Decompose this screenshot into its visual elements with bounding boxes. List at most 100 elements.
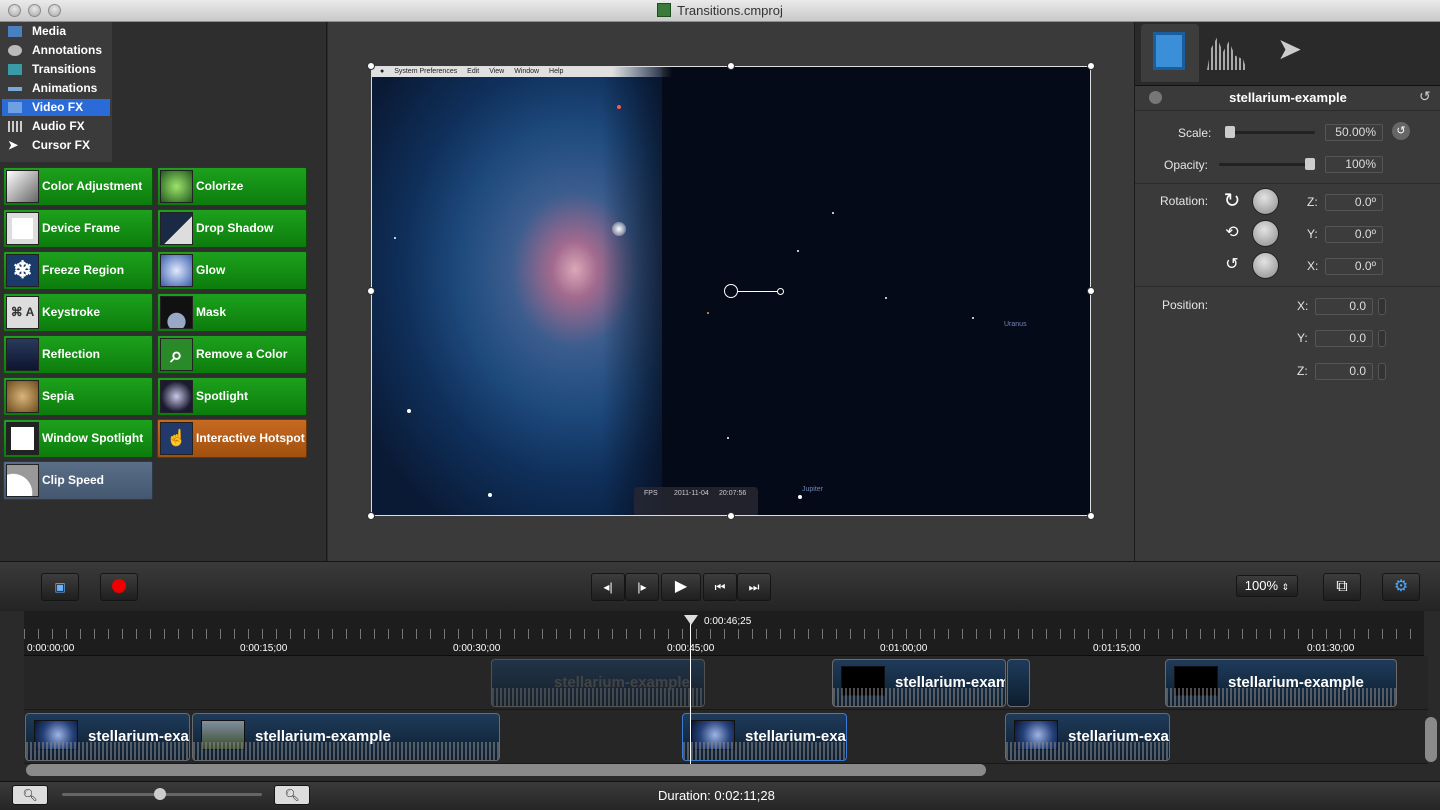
nav-label: Transitions (32, 62, 97, 76)
zoom-out-button[interactable]: 🔍︎ (12, 785, 48, 805)
rotation-x-field[interactable]: 0.0º (1325, 258, 1383, 275)
opacity-label: Opacity: (1164, 158, 1209, 172)
nav-item-annotations[interactable]: Annotations (2, 42, 110, 59)
track-2[interactable]: stellarium-example stellarium-example st… (24, 710, 1428, 764)
zoom-slider-thumb[interactable] (154, 788, 166, 800)
position-z-field[interactable]: 0.0 (1315, 363, 1373, 380)
timeline-vertical-scrollbar[interactable] (1425, 717, 1437, 762)
record-button[interactable] (100, 573, 138, 601)
cursor-tab-icon[interactable]: ➤ (1277, 32, 1302, 67)
nav-item-audio-fx[interactable]: Audio FX (2, 118, 110, 135)
position-z-stepper[interactable] (1378, 363, 1386, 380)
rotation-handle[interactable] (777, 288, 784, 295)
opacity-slider-thumb[interactable] (1305, 158, 1315, 170)
position-y-stepper[interactable] (1378, 330, 1386, 347)
resize-handle[interactable] (1087, 512, 1095, 520)
timeline-clip[interactable]: stellarium-example (1005, 713, 1170, 761)
rotation-x-knob[interactable] (1252, 252, 1279, 279)
nav-item-animations[interactable]: Animations (2, 80, 110, 97)
timeline-clip[interactable]: stellarium-example (682, 713, 847, 761)
effect-clip-speed[interactable]: Clip Speed (3, 461, 153, 500)
timeline-ruler[interactable]: 0:00:00;00 0:00:15;00 0:00:30;00 0:00:45… (24, 611, 1424, 656)
star (617, 105, 621, 109)
effect-window-spotlight[interactable]: Window Spotlight (3, 419, 153, 458)
effect-reflection[interactable]: Reflection (3, 335, 153, 374)
effect-color-adjustment[interactable]: Color Adjustment (3, 167, 153, 206)
nav-item-cursor-fx[interactable]: ➤ Cursor FX (2, 137, 110, 154)
reset-icon[interactable]: ↺ (1419, 88, 1431, 105)
zoom-slider[interactable] (62, 788, 262, 800)
nav-item-media[interactable]: Media (2, 23, 110, 40)
nav-item-transitions[interactable]: Transitions (2, 61, 110, 78)
previous-clip-button[interactable]: ⏮ (703, 573, 737, 601)
nav-label: Animations (32, 81, 98, 95)
scale-field[interactable]: 50.00% (1325, 124, 1383, 141)
scale-slider[interactable] (1225, 126, 1315, 138)
rotation-y-field[interactable]: 0.0º (1325, 226, 1383, 243)
timeline-clip[interactable]: stellarium-example (25, 713, 190, 761)
reset-scale-icon[interactable]: ↺ (1392, 122, 1410, 140)
rotation-z-field[interactable]: 0.0º (1325, 194, 1383, 211)
timeline-clip[interactable]: stellarium-example (1165, 659, 1397, 707)
rotation-z-knob[interactable] (1252, 188, 1279, 215)
animations-icon (8, 87, 22, 91)
recorded-menu-item: Help (549, 68, 564, 75)
scale-slider-thumb[interactable] (1225, 126, 1235, 138)
position-x-field[interactable]: 0.0 (1315, 298, 1373, 315)
opacity-slider[interactable] (1219, 158, 1315, 170)
timeline-clip[interactable]: stellarium-example (491, 659, 705, 707)
search-icon: 🔍︎ (22, 788, 38, 802)
resize-handle[interactable] (727, 62, 735, 70)
effect-remove-a-color[interactable]: ⌕ Remove a Color (157, 335, 307, 374)
step-back-button[interactable]: ◂| (591, 573, 625, 601)
effect-mask[interactable]: Mask (157, 293, 307, 332)
effect-glow[interactable]: Glow (157, 251, 307, 290)
opacity-field[interactable]: 100% (1325, 156, 1383, 173)
camera-button[interactable]: ▣ (41, 573, 79, 601)
nav-item-video-fx[interactable]: Video FX (2, 99, 110, 116)
resize-handle[interactable] (727, 512, 735, 520)
transition-fade (602, 67, 692, 515)
timeline-clip[interactable]: stellarium-example (832, 659, 1006, 707)
resize-handle[interactable] (1087, 62, 1095, 70)
effect-drop-shadow[interactable]: Drop Shadow (157, 209, 307, 248)
project-file-icon (657, 3, 672, 17)
snowflake-icon: ❄ (6, 254, 39, 287)
step-forward-icon: |▸ (637, 580, 647, 594)
track-1[interactable]: stellarium-example stellarium-example st… (24, 656, 1428, 710)
effect-spotlight[interactable]: Spotlight (157, 377, 307, 416)
audio-tab-icon[interactable] (1207, 37, 1247, 70)
crop-button[interactable]: ⧉ (1323, 573, 1361, 601)
resize-handle[interactable] (1087, 287, 1095, 295)
effect-keystroke[interactable]: ⌘ A Keystroke (3, 293, 153, 332)
playhead[interactable] (690, 619, 691, 764)
zoom-select[interactable]: 100% ⇕ (1236, 575, 1298, 597)
effect-freeze-region[interactable]: ❄ Freeze Region (3, 251, 153, 290)
effect-sepia[interactable]: Sepia (3, 377, 153, 416)
rotation-y-knob[interactable] (1252, 220, 1279, 247)
next-clip-button[interactable]: ⏭ (737, 573, 771, 601)
timeline-clip-transition[interactable] (1007, 659, 1030, 707)
tab-visual-properties[interactable] (1141, 24, 1199, 82)
position-y-field[interactable]: 0.0 (1315, 330, 1373, 347)
timeline-clip[interactable]: stellarium-example (192, 713, 500, 761)
effect-device-frame[interactable]: Device Frame (3, 209, 153, 248)
step-forward-button[interactable]: |▸ (625, 573, 659, 601)
play-button[interactable]: ▶ (661, 573, 701, 601)
playhead-handle[interactable] (684, 615, 698, 625)
resize-handle[interactable] (367, 62, 375, 70)
clip-label: stellarium-example (1068, 728, 1169, 745)
position-x-stepper[interactable] (1378, 298, 1386, 315)
effect-interactive-hotspot[interactable]: ☝ Interactive Hotspot (157, 419, 307, 458)
rotation-center-handle[interactable] (724, 284, 738, 298)
resize-handle[interactable] (367, 512, 375, 520)
search-icon: 🔍︎ (284, 788, 300, 802)
zoom-in-button[interactable]: 🔍︎ (274, 785, 310, 805)
star (707, 312, 709, 314)
timeline-scrollbar[interactable] (26, 764, 986, 776)
effect-colorize[interactable]: Colorize (157, 167, 307, 206)
rotate-z-icon: ↻ (1223, 190, 1241, 212)
annotations-icon (8, 45, 22, 56)
settings-button[interactable]: ⚙ (1382, 573, 1420, 601)
resize-handle[interactable] (367, 287, 375, 295)
